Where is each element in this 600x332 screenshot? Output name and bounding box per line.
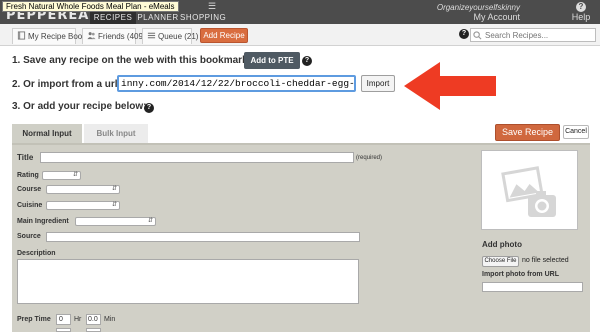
help-label: Help xyxy=(571,12,591,22)
tab-label: My Recipe Book xyxy=(28,32,87,41)
tab-normal-input[interactable]: Normal Input xyxy=(12,124,82,143)
add-to-pte-button[interactable]: Add to PTE xyxy=(244,52,300,69)
chevron-down-icon: ⇵ xyxy=(111,186,117,192)
queue-icon xyxy=(147,32,156,39)
required-note: (required) xyxy=(356,155,383,161)
search-icon xyxy=(473,31,482,40)
help-icon[interactable]: ? xyxy=(302,56,312,66)
tab-friends[interactable]: Friends (409) xyxy=(82,28,146,44)
rating-label: Rating xyxy=(17,172,39,179)
list-icon: ☰ xyxy=(207,1,217,11)
book-icon xyxy=(17,31,26,40)
cancel-button[interactable]: Cancel xyxy=(563,125,589,139)
tab-label: Queue (21) xyxy=(158,32,199,41)
step-add-recipe-text: 3. Or add your recipe below: xyxy=(12,101,146,112)
source-label: Source xyxy=(17,233,41,240)
nav-planner-label: PLANNER xyxy=(137,13,179,22)
tab-label: Friends (409) xyxy=(98,32,146,41)
account-menu[interactable]: Organizeyourselfskinny My Account xyxy=(437,3,520,23)
cuisine-select[interactable]: ⇵ xyxy=(46,201,120,210)
camera-photo-icon xyxy=(501,166,556,217)
nav-recipes-label: RECIPES xyxy=(93,13,133,22)
chevron-down-icon: ⇵ xyxy=(111,202,117,208)
tab-my-recipe-book[interactable]: My Recipe Book xyxy=(12,28,86,44)
cook-min-input[interactable] xyxy=(86,328,101,332)
prep-time-label: Prep Time xyxy=(17,316,51,323)
nav-shopping-list[interactable]: ☰ SHOPPING LIST xyxy=(180,1,244,33)
search-input[interactable] xyxy=(470,28,596,42)
prep-min-label: Min xyxy=(104,316,116,323)
help-icon[interactable]: ? xyxy=(144,103,154,113)
save-recipe-button[interactable]: Save Recipe xyxy=(495,124,560,141)
import-button[interactable]: Import xyxy=(361,75,395,92)
friends-icon xyxy=(87,32,96,40)
no-file-text: no file selected xyxy=(522,257,569,264)
step-import-url-text: 2. Or import from a url: xyxy=(12,79,121,90)
photo-url-input[interactable] xyxy=(482,282,583,292)
main-ingredient-label: Main Ingredient xyxy=(17,218,69,225)
add-recipe-button[interactable]: Add Recipe xyxy=(200,28,248,43)
choose-file-button[interactable]: Choose File xyxy=(482,256,519,267)
title-label: Title xyxy=(17,153,34,162)
title-input[interactable] xyxy=(40,152,354,163)
step-bookmark-text: 1. Save any recipe on the web with this … xyxy=(12,55,251,66)
description-label: Description xyxy=(17,250,56,257)
prep-hr-input[interactable]: 0 xyxy=(56,314,71,325)
recipe-tabs-bar: My Recipe Book Friends (409) Queue (21) … xyxy=(0,24,600,46)
help-link[interactable]: ? Help xyxy=(569,2,593,23)
account-label: My Account xyxy=(473,12,520,22)
prep-min-input[interactable]: 0.0 xyxy=(86,314,101,325)
add-photo-label: Add photo xyxy=(482,240,522,249)
photo-placeholder xyxy=(481,150,578,230)
cook-hr-input[interactable] xyxy=(56,328,71,332)
chevron-down-icon: ⇵ xyxy=(147,218,153,224)
tab-queue[interactable]: Queue (21) xyxy=(142,28,198,44)
url-input[interactable]: inny.com/2014/12/22/broccoli-cheddar-egg… xyxy=(117,75,356,92)
chevron-down-icon: ⇵ xyxy=(72,172,78,178)
step-3-label: 3. Or add your recipe below: xyxy=(12,101,147,112)
rating-select[interactable]: ⇵ xyxy=(42,171,81,180)
top-nav-bar: PEPPEREAT Fresh Natural Whole Foods Meal… xyxy=(0,0,600,33)
red-arrow-annotation xyxy=(404,62,496,110)
prep-hr-label: Hr xyxy=(74,316,82,323)
cuisine-label: Cuisine xyxy=(17,202,43,209)
tab-bulk-input[interactable]: Bulk Input xyxy=(84,124,148,143)
tooltip: Fresh Natural Whole Foods Meal Plan - eM… xyxy=(2,1,179,12)
description-textarea[interactable] xyxy=(17,259,359,304)
help-icon[interactable]: ? xyxy=(459,29,469,39)
import-photo-label: Import photo from URL xyxy=(482,271,559,278)
main-ingredient-select[interactable]: ⇵ xyxy=(75,217,156,226)
account-username: Organizeyourselfskinny xyxy=(436,3,520,12)
course-label: Course xyxy=(17,186,42,193)
help-icon: ? xyxy=(576,2,586,12)
course-select[interactable]: ⇵ xyxy=(46,185,120,194)
source-input[interactable] xyxy=(46,232,360,242)
